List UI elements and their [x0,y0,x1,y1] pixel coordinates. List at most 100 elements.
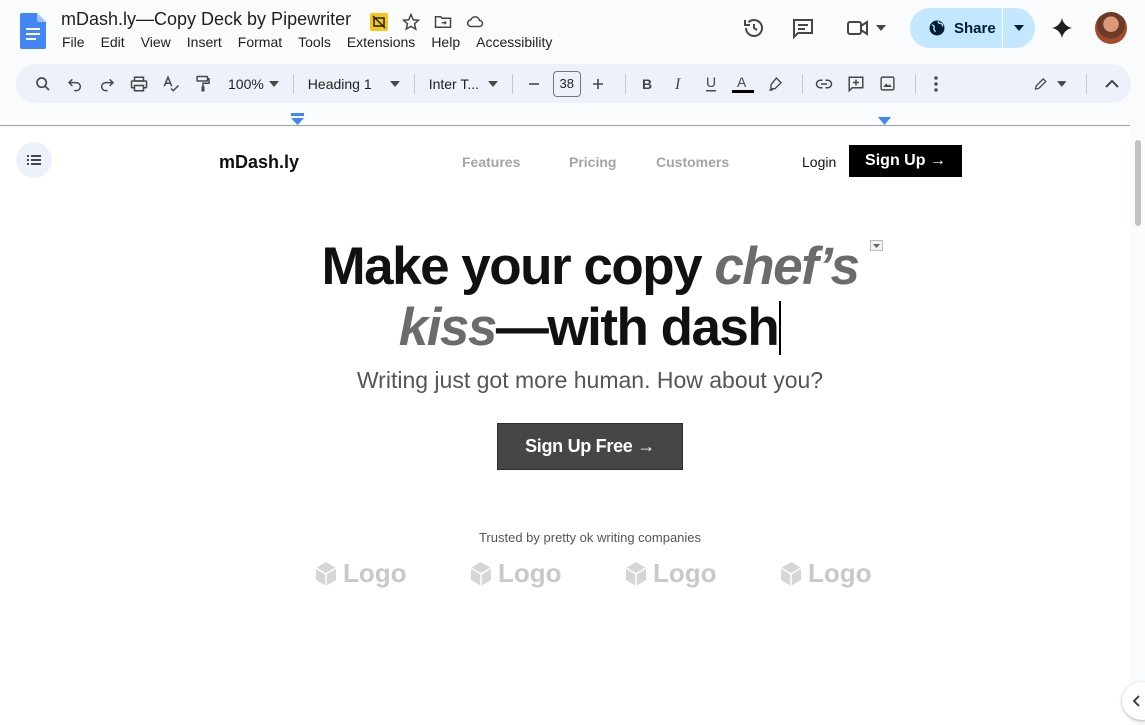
offline-disabled-icon[interactable] [368,11,390,33]
cube-icon [780,561,802,586]
font-size-input[interactable]: 38 [552,70,581,97]
headline-emphasis-1: chef’s [714,237,860,296]
partner-logo-text: Logo [498,558,562,588]
mockup-nav-pricing: Pricing [569,154,617,170]
move-folder-icon[interactable] [432,11,454,33]
partner-logo-text: Logo [343,558,407,588]
undo-icon[interactable] [62,70,88,98]
menu-format[interactable]: Format [238,34,282,50]
editing-mode-select[interactable] [1033,70,1067,98]
toolbar-divider [624,73,626,94]
share-options-button[interactable] [1003,8,1035,48]
menu-tools[interactable]: Tools [298,34,331,50]
partner-logo-text: Logo [808,558,872,588]
paragraph-style-select[interactable]: Heading 1 [308,70,400,98]
print-icon[interactable] [126,70,152,98]
bold-icon[interactable]: B [634,70,660,98]
zoom-select[interactable]: 100% [228,70,279,98]
spellcheck-icon[interactable] [158,70,184,98]
toolbar-divider [914,73,916,94]
hero-subhead[interactable]: Writing just got more human. How about y… [230,367,950,394]
zoom-value: 100% [228,75,264,92]
more-options-icon[interactable] [923,70,949,98]
ruler-line [0,125,1130,126]
chevron-left-icon [1132,695,1140,707]
highlight-color-icon[interactable] [762,70,788,98]
partner-logo-text: Logo [653,558,717,588]
chevron-down-icon [1014,25,1024,31]
hero-headline[interactable]: Make your copy chef’s kiss—with dash [230,236,950,358]
pencil-icon [1035,77,1048,90]
chevron-down-icon [487,80,498,87]
toolbar-divider [413,73,415,94]
docs-logo-icon[interactable] [20,13,46,49]
font-family-select[interactable]: Inter T... [429,70,498,98]
star-icon[interactable] [400,11,422,33]
document-page[interactable]: mDash.ly Features Pricing Customers Logi… [0,128,1130,725]
mockup-nav-features: Features [462,154,521,170]
partner-logo: Logo [779,558,872,589]
menu-edit[interactable]: Edit [101,34,125,50]
paragraph-style-value: Heading 1 [307,75,372,92]
insert-image-icon[interactable] [875,70,901,98]
toolbar-divider [801,73,803,94]
partner-logo: Logo [314,558,407,589]
ruler [0,108,1130,128]
menu-accessibility[interactable]: Accessibility [476,34,552,50]
cube-icon [470,561,492,586]
menu-extensions[interactable]: Extensions [347,34,415,50]
menu-bar: File Edit View Insert Format Tools Exten… [62,34,568,50]
user-avatar[interactable] [1095,12,1127,44]
version-history-icon[interactable] [742,16,766,40]
paint-format-icon[interactable] [190,70,216,98]
headline-text-1: Make your copy [321,237,715,296]
font-family-value: Inter T... [428,75,480,92]
insert-link-icon[interactable] [811,70,837,98]
add-comment-icon[interactable] [843,70,869,98]
headline-emphasis-2: kiss [398,298,498,357]
mockup-logo: mDash.ly [219,152,300,172]
menu-file[interactable]: File [62,34,85,50]
partner-logo: Logo [624,558,717,589]
share-button[interactable]: Share [910,8,1002,48]
left-indent-marker[interactable] [291,113,304,125]
gemini-sparkle-icon[interactable] [1050,16,1074,40]
share-button-group: Share [910,8,1035,48]
mockup-login: Login [802,154,837,170]
headline-text-2: —with dash [495,298,780,357]
text-cursor [779,301,782,355]
text-color-icon[interactable]: A [730,70,756,98]
mockup-nav-customers: Customers [656,154,730,170]
document-title[interactable]: mDash.ly—Copy Deck by Pipewriter [61,9,351,30]
italic-icon[interactable]: I [666,70,692,98]
trusted-label[interactable]: Trusted by pretty ok writing companies [290,530,890,545]
underline-icon[interactable]: U [698,70,724,98]
menu-view[interactable]: View [141,34,171,50]
right-indent-marker[interactable] [878,117,891,125]
share-label: Share [954,19,996,37]
decrease-font-size-icon[interactable] [521,70,547,98]
meet-button[interactable] [845,16,887,40]
logo-strip: Logo Logo Logo Logo [0,558,1130,590]
mockup-nav: mDash.ly Features Pricing Customers Logi… [0,145,1130,177]
menu-insert[interactable]: Insert [187,34,222,50]
cube-icon [625,561,647,586]
redo-icon[interactable] [94,70,120,98]
formatting-toolbar: 100% Heading 1 Inter T... 38 B I U A [16,64,1131,103]
top-right-actions: Share [725,8,1145,48]
globe-icon [929,20,945,36]
hero-cta-button: Sign Up Free → [497,423,683,470]
title-icons [368,11,486,33]
search-menus-icon[interactable] [30,70,56,98]
toolbar-divider [511,73,513,94]
vertical-scrollbar[interactable] [1131,128,1145,725]
increase-font-size-icon[interactable] [585,70,611,98]
hide-menus-icon[interactable] [1099,70,1125,98]
svg-text:B: B [642,76,652,92]
menu-help[interactable]: Help [431,34,460,50]
toolbar-divider [292,73,294,94]
scrollbar-thumb[interactable] [1135,140,1141,226]
title-bar: mDash.ly—Copy Deck by Pipewriter File Ed… [0,0,1145,62]
cloud-saved-icon[interactable] [464,11,486,33]
comments-icon[interactable] [791,16,815,40]
